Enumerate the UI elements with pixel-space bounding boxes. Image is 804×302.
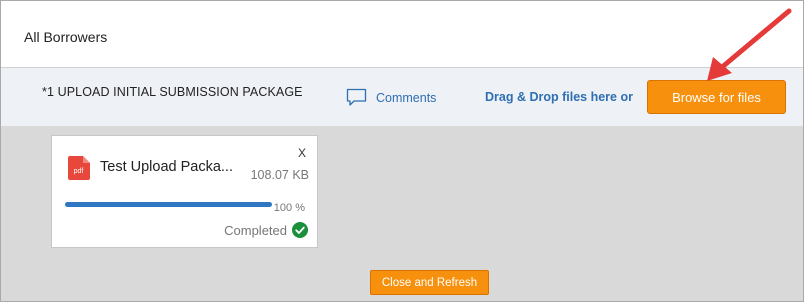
comments-link[interactable]: Comments [346,88,436,107]
upload-section-header: *1 UPLOAD INITIAL SUBMISSION PACKAGE Com… [1,68,803,126]
browse-files-button[interactable]: Browse for files [647,80,786,114]
upload-progress-bar [65,202,272,207]
header-bar: All Borrowers [1,1,803,68]
upload-progress-percent: 100 % [273,202,305,214]
upload-dialog: All Borrowers *1 UPLOAD INITIAL SUBMISSI… [0,0,804,302]
check-circle-icon [292,222,308,238]
file-name: Test Upload Packa... [100,159,233,175]
speech-bubble-icon [346,88,367,106]
drag-drop-link[interactable]: Drag & Drop files here or [485,90,633,104]
status-label: Completed [224,222,287,238]
file-upload-card: pdf Test Upload Packa... X 108.07 KB 100… [51,135,318,248]
pdf-file-icon: pdf [68,156,90,180]
page-title: All Borrowers [24,29,108,45]
close-and-refresh-button[interactable]: Close and Refresh [370,270,489,295]
upload-status: Completed [224,222,308,238]
upload-progress-fill [65,202,272,207]
pdf-icon-text: pdf [74,168,84,175]
file-size: 108.07 KB [250,168,309,182]
upload-section-title: *1 UPLOAD INITIAL SUBMISSION PACKAGE [42,85,303,99]
comments-label: Comments [376,90,437,105]
remove-file-button[interactable]: X [298,146,306,160]
